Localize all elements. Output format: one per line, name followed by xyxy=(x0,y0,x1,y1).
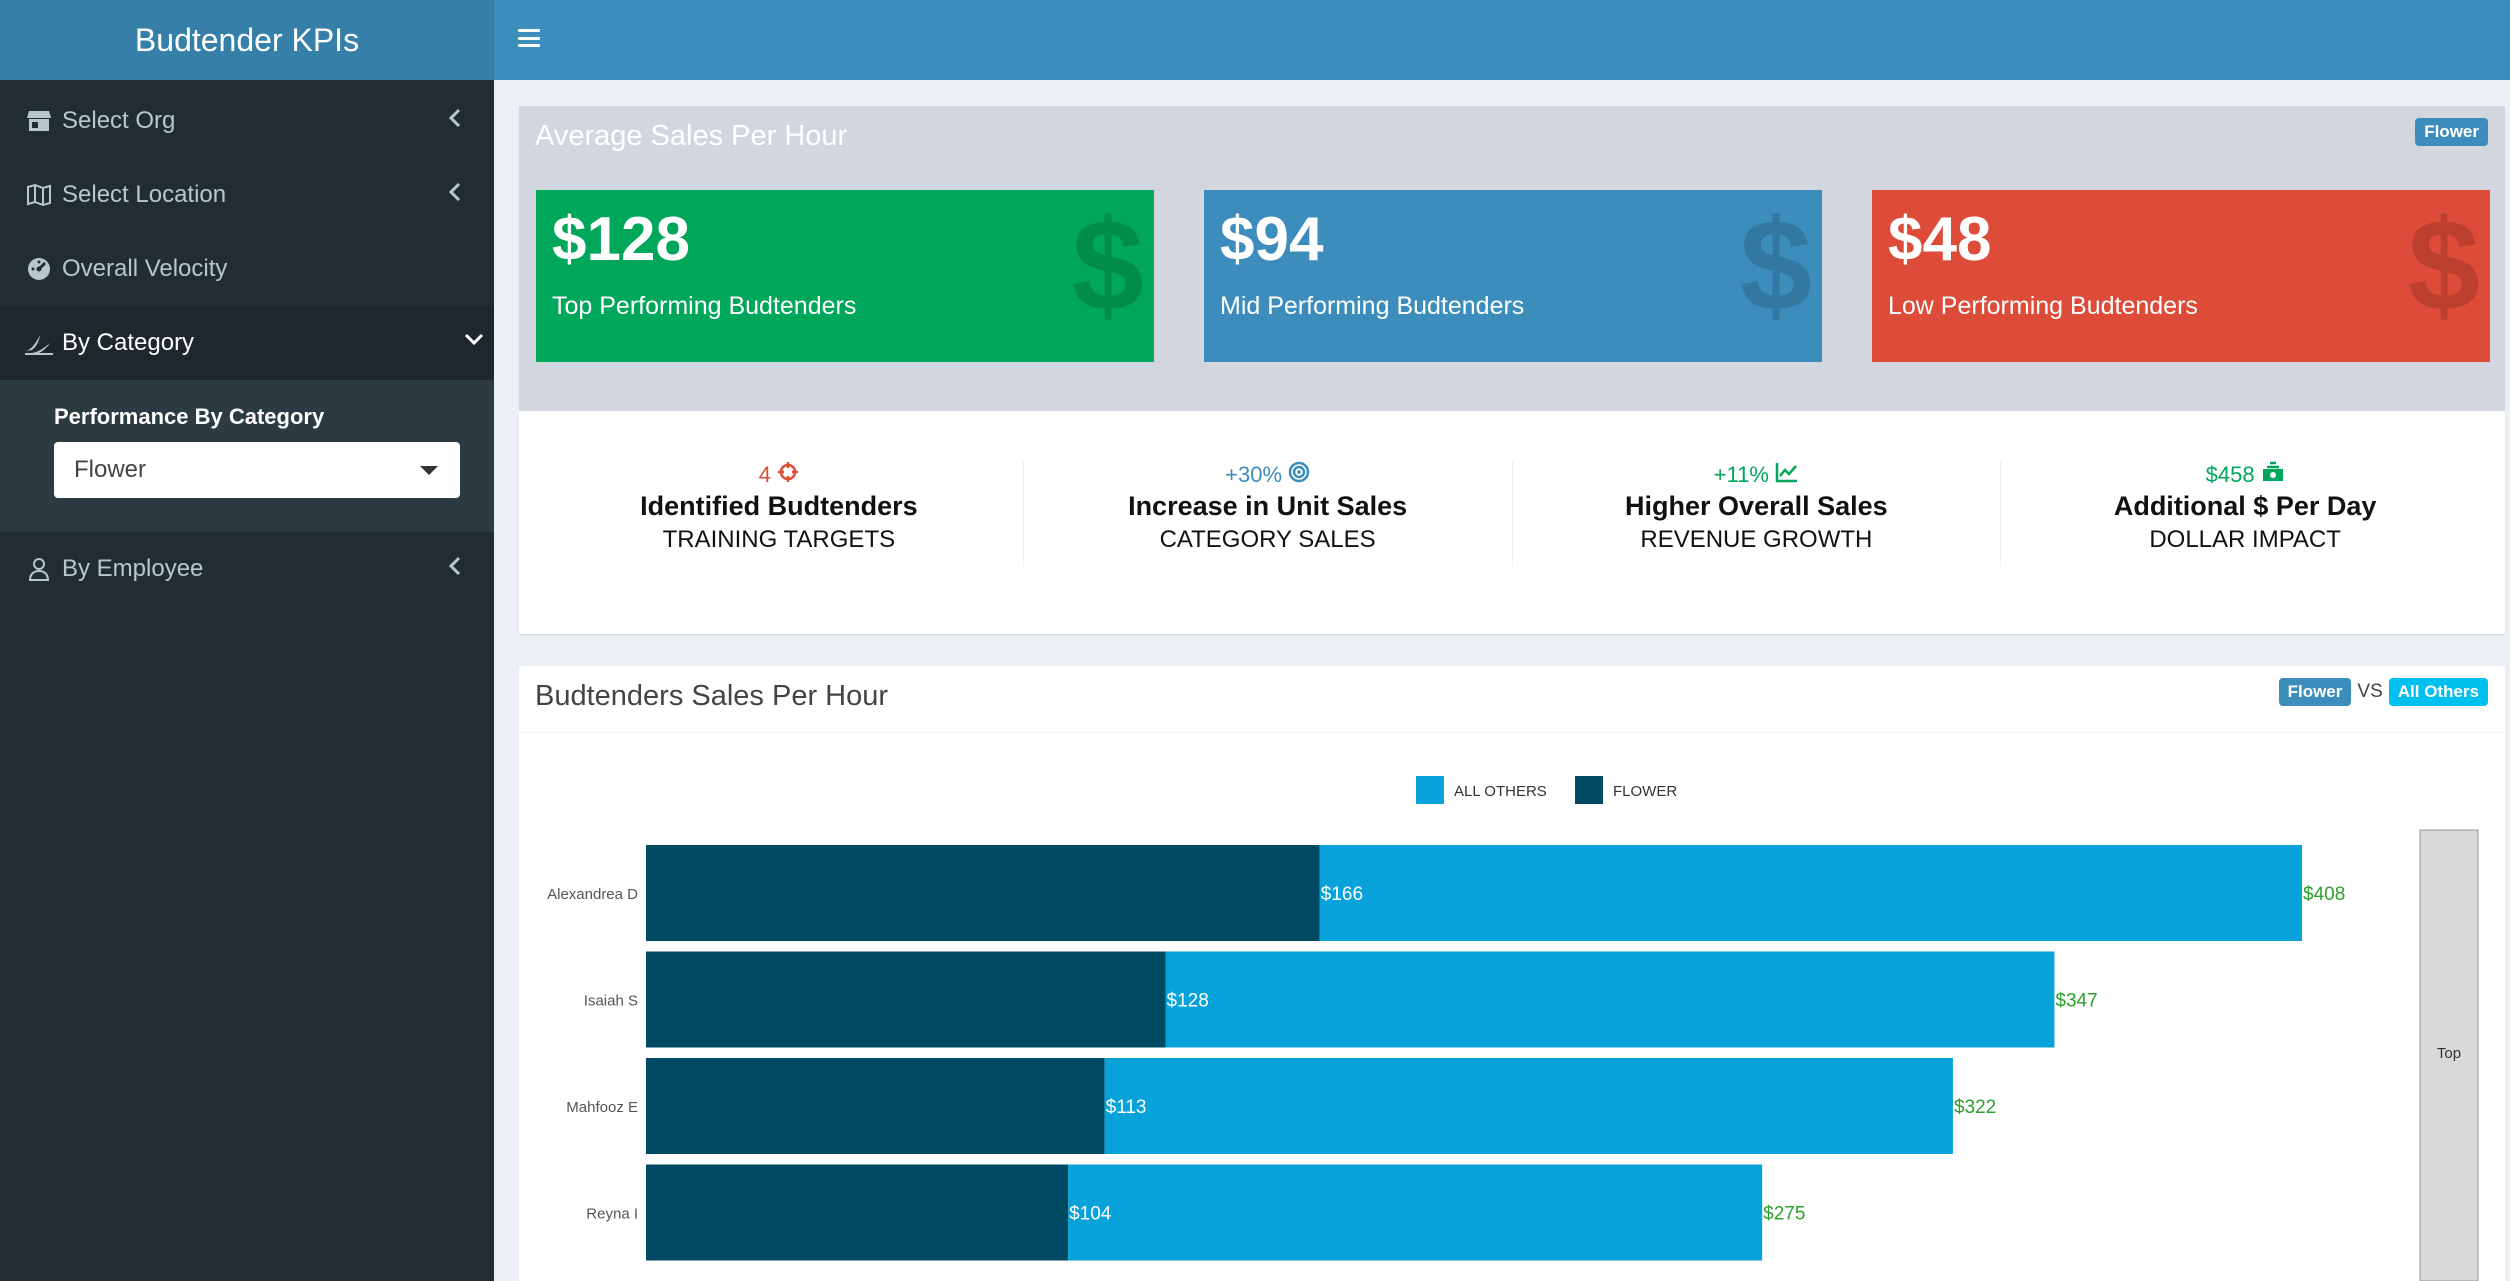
kpi-stat: 4 xyxy=(758,462,771,487)
flower-value-label: $104 xyxy=(1069,1204,1112,1225)
flower-bar xyxy=(646,1058,1105,1154)
kpi-stat: $458 xyxy=(2205,462,2255,487)
sidebar-item-select-org[interactable]: Select Org xyxy=(0,84,494,158)
money-icon xyxy=(2261,461,2285,489)
kpi-stat: +11% xyxy=(1713,462,1769,487)
top-performers-label: Top Performing Budtenders xyxy=(552,292,857,321)
kpi-revenue-growth: +11% Higher Overall Sales REVENUE GROWTH xyxy=(1513,461,2002,566)
caret-down-icon xyxy=(420,465,438,475)
chevron-left-icon xyxy=(448,181,462,209)
sidebar-item-label: Select Org xyxy=(62,107,176,134)
legend-label: ALL OTHERS xyxy=(1454,783,1547,800)
low-performers-card: $48 Low Performing Budtenders $ xyxy=(1872,190,2490,362)
sidebar-item-label: By Employee xyxy=(62,555,204,582)
kpi-training-targets: 4 Identified Budtenders TRAINING TARGETS xyxy=(535,461,1024,566)
legend-swatch xyxy=(1416,776,1444,804)
low-performers-value: $48 xyxy=(1888,205,1992,274)
kpi-headline: Additional $ Per Day xyxy=(2113,491,2377,521)
mid-performers-value: $94 xyxy=(1220,205,1324,274)
sidebar: Budtender KPIs Select Org Select Locatio… xyxy=(0,0,494,1281)
flower-bar xyxy=(646,845,1320,941)
performance-by-category-label: Performance By Category xyxy=(54,404,325,429)
sales-per-hour-chart: ALL OTHERS FLOWER Alexandrea D $166 $408 Isai… xyxy=(547,776,2479,1281)
top-label: Top xyxy=(2437,1045,2461,1062)
all-others-bar xyxy=(1068,1164,1763,1261)
flower-bar xyxy=(646,951,1166,1048)
legend-swatch xyxy=(1575,776,1603,804)
store-icon xyxy=(24,106,54,136)
kpi-subtitle: CATEGORY SALES xyxy=(1159,526,1376,553)
legend-label: FLOWER xyxy=(1613,783,1677,800)
crosshairs-icon xyxy=(777,461,799,489)
total-value-label: $322 xyxy=(1954,1097,1996,1118)
flower-value-label: $128 xyxy=(1167,991,1209,1012)
sidebar-item-label: Overall Velocity xyxy=(62,255,228,282)
kpi-category-sales: +30% Increase in Unit Sales CATEGORY SAL… xyxy=(1024,461,1513,566)
category-label: Mahfooz E xyxy=(566,1099,638,1116)
sidebar-item-select-location[interactable]: Select Location xyxy=(0,158,494,232)
kpi-headline: Higher Overall Sales xyxy=(1625,491,1888,521)
category-label: Isaiah S xyxy=(584,993,638,1010)
average-sales-box: Average Sales Per Hour Flower $128 Top P… xyxy=(519,106,2505,634)
kpi-subtitle: DOLLAR IMPACT xyxy=(2149,526,2341,553)
chevron-down-icon xyxy=(464,325,484,353)
mid-performers-label: Mid Performing Budtenders xyxy=(1220,292,1525,321)
chevron-left-icon xyxy=(448,107,462,135)
sidebar-item-label: By Category xyxy=(62,329,195,356)
sales-per-hour-box: Budtenders Sales Per Hour Flower VS All … xyxy=(519,666,2505,1281)
all-others-bar xyxy=(1104,1058,1953,1154)
kpi-headline: Identified Budtenders xyxy=(640,491,918,521)
chevron-left-icon xyxy=(448,555,462,583)
category-label: Alexandrea D xyxy=(547,886,638,903)
total-value-label: $347 xyxy=(2055,991,2097,1012)
average-sales-header: Average Sales Per Hour Flower $128 Top P… xyxy=(519,106,2505,411)
all-others-bar xyxy=(1165,951,2055,1048)
user-icon xyxy=(24,554,54,584)
category-select[interactable]: Flower xyxy=(54,442,460,498)
category-select-value: Flower xyxy=(74,456,147,483)
kpi-subtitle: REVENUE GROWTH xyxy=(1640,526,1873,553)
sidebar-item-overall-velocity[interactable]: Overall Velocity xyxy=(0,232,494,306)
flower-value-label: $166 xyxy=(1321,884,1363,905)
top-performers-value: $128 xyxy=(552,205,690,274)
dollar-icon: $ xyxy=(1071,192,1144,338)
app-title[interactable]: Budtender KPIs xyxy=(0,0,494,80)
total-value-label: $275 xyxy=(1763,1204,1805,1225)
kpi-row: 4 Identified Budtenders TRAINING TARGETS… xyxy=(519,461,2505,566)
top-navbar xyxy=(494,0,2510,80)
flower-value-label: $113 xyxy=(1106,1097,1147,1118)
mid-performers-card: $94 Mid Performing Budtenders $ xyxy=(1204,190,1822,362)
total-value-label: $408 xyxy=(2303,884,2345,905)
category-badge: Flower xyxy=(2415,118,2488,146)
line-chart-icon xyxy=(1775,461,1799,489)
dollar-icon: $ xyxy=(1739,192,1812,338)
sidebar-item-by-category[interactable]: By Category xyxy=(0,306,494,380)
sidebar-item-label: Select Location xyxy=(62,181,227,208)
dollar-icon: $ xyxy=(2407,192,2480,338)
category-submenu: Performance By Category Flower xyxy=(0,380,494,532)
flower-bar xyxy=(646,1164,1069,1261)
kpi-stat: +30% xyxy=(1225,462,1283,487)
bullseye-icon xyxy=(1288,461,1310,489)
top-performers-card: $128 Top Performing Budtenders $ xyxy=(536,190,1154,362)
category-label: Reyna I xyxy=(586,1206,638,1223)
sidebar-item-by-employee[interactable]: By Employee xyxy=(0,532,494,606)
kpi-subtitle: TRAINING TARGETS xyxy=(662,526,896,553)
tachometer-icon xyxy=(24,254,54,284)
average-sales-title: Average Sales Per Hour xyxy=(535,120,848,152)
map-icon xyxy=(24,180,54,210)
low-performers-label: Low Performing Budtenders xyxy=(1888,292,2198,321)
cannabis-icon xyxy=(24,328,54,358)
kpi-dollar-impact: $458 Additional $ Per Day DOLLAR IMPACT xyxy=(2001,461,2489,566)
hamburger-menu-icon[interactable] xyxy=(518,27,540,49)
all-others-bar xyxy=(1319,845,2302,941)
kpi-headline: Increase in Unit Sales xyxy=(1128,491,1408,521)
